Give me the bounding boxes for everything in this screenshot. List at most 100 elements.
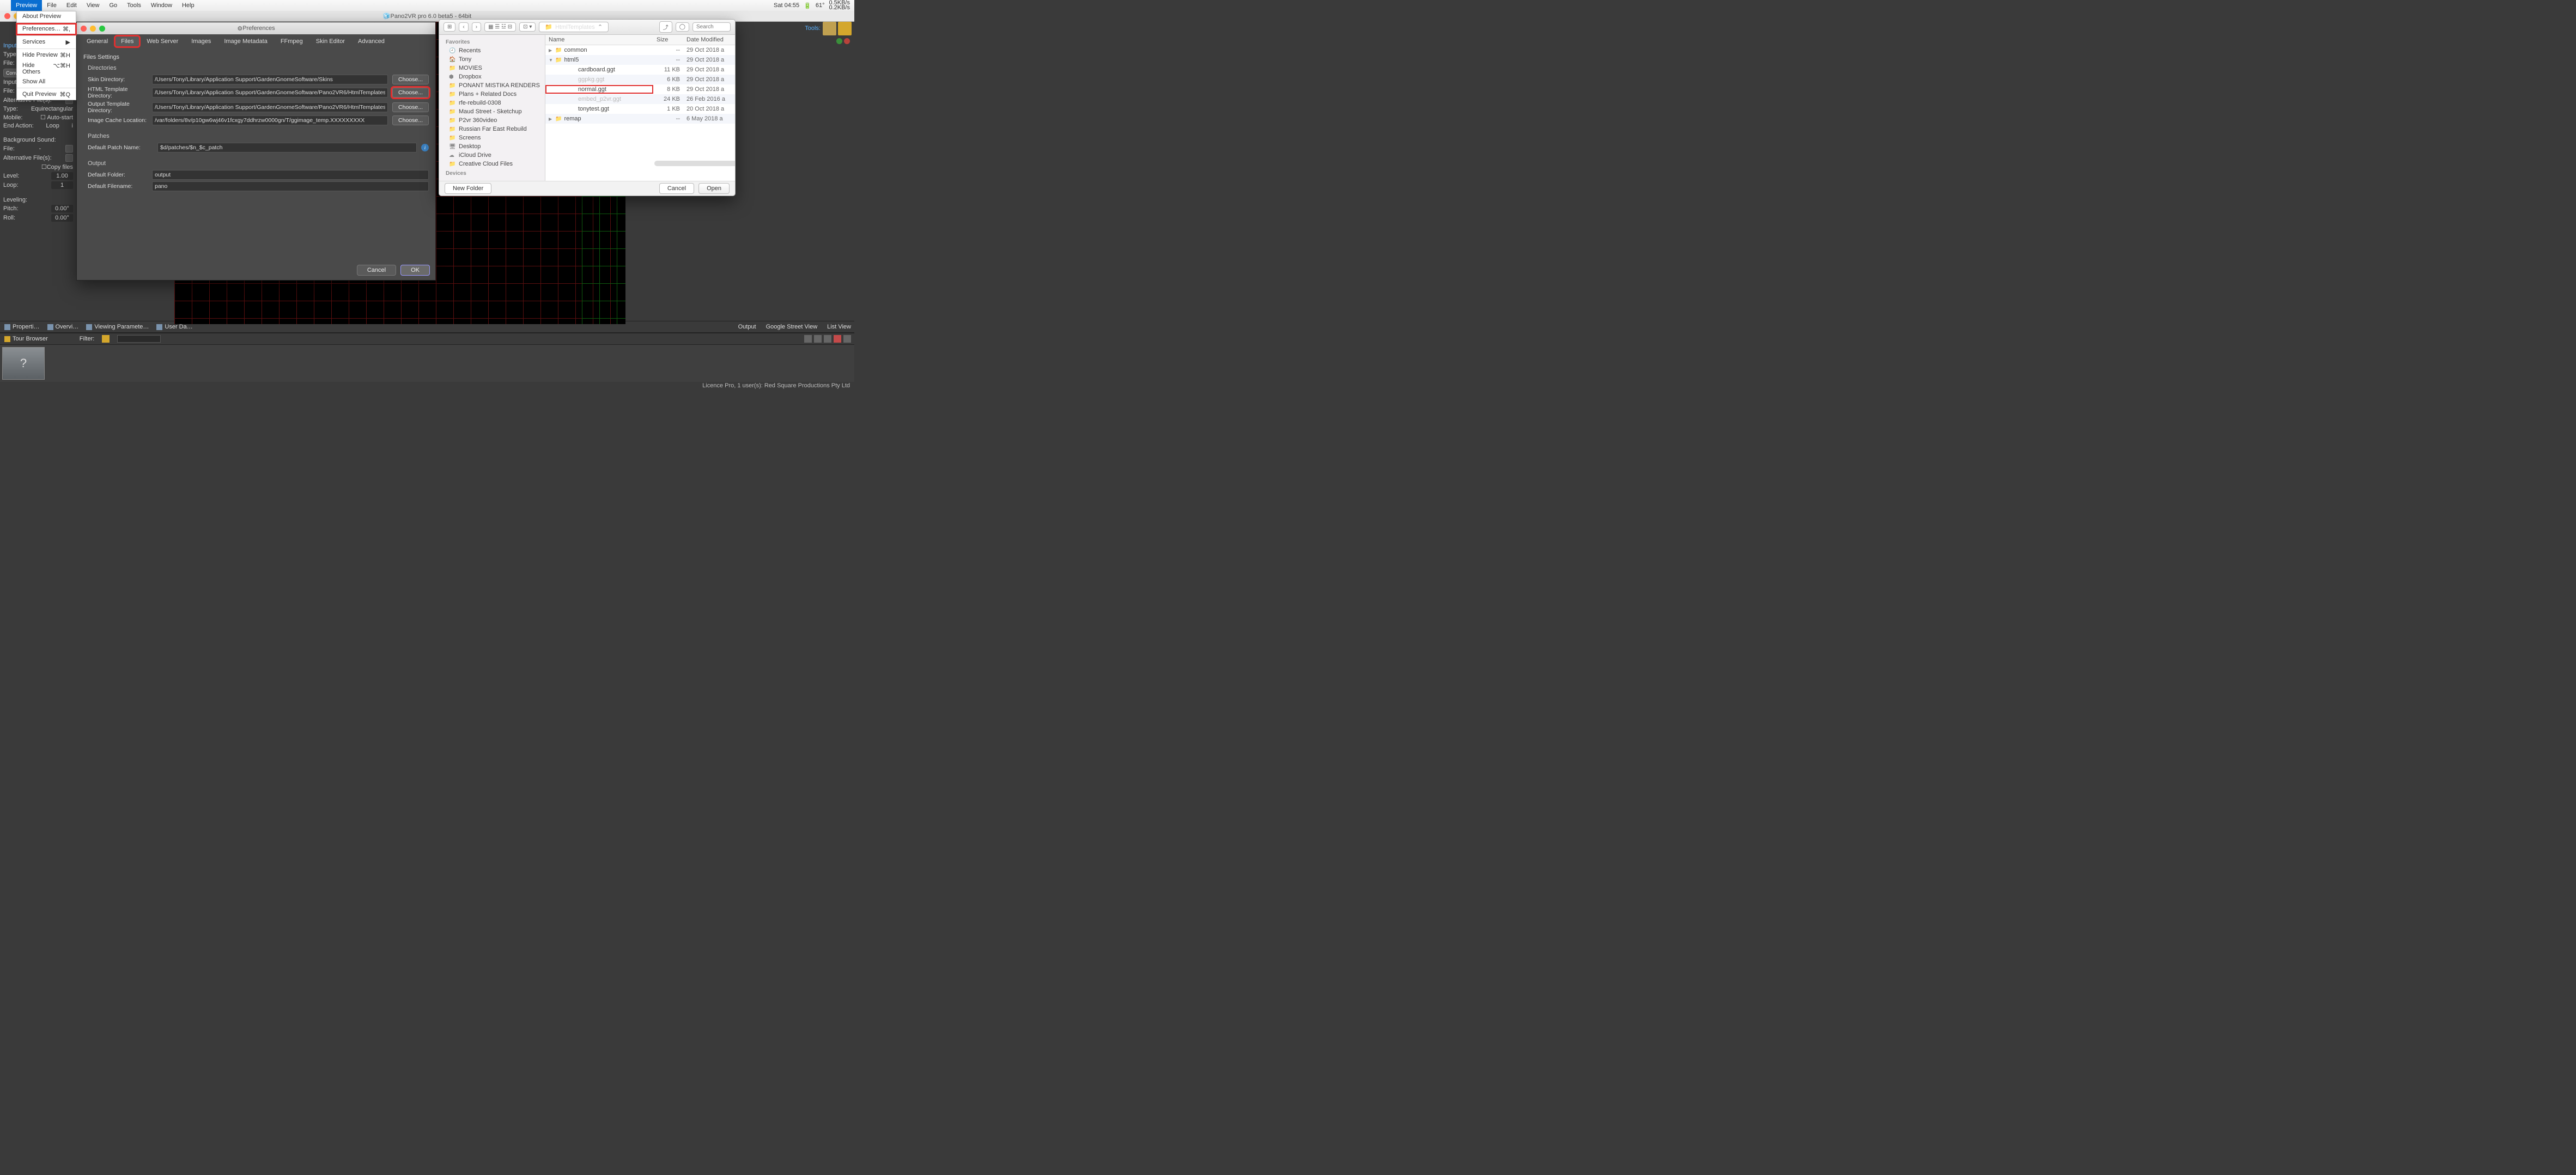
menu-hide-preview[interactable]: Hide Preview⌘H: [17, 50, 76, 60]
menu-hide-others[interactable]: Hide Others⌥⌘H: [17, 60, 76, 77]
sidebar-item-dropbox[interactable]: ⬢Dropbox: [439, 72, 545, 81]
finder-tag-icon[interactable]: ◯: [676, 22, 689, 32]
default-filename-input[interactable]: [152, 181, 429, 191]
sidebar-item-tony[interactable]: 🏠Tony: [439, 55, 545, 64]
tab-ffmpeg[interactable]: FFmpeg: [275, 36, 308, 46]
level-input[interactable]: 1.00: [51, 172, 73, 180]
finder-back-icon[interactable]: ‹: [459, 22, 468, 32]
tab-general[interactable]: General: [81, 36, 113, 46]
sidebar-item-cc[interactable]: 📁Creative Cloud Files: [439, 160, 545, 168]
prefs-cancel-button[interactable]: Cancel: [357, 265, 396, 276]
tab-web-server[interactable]: Web Server: [141, 36, 184, 46]
menu-go[interactable]: Go: [104, 0, 122, 11]
sound-alt-icon[interactable]: [65, 154, 73, 162]
sidebar-item-russian[interactable]: 📁Russian Far East Rebuild: [439, 125, 545, 133]
menu-tools[interactable]: Tools: [122, 0, 146, 11]
sidebar-item-plans[interactable]: 📁Plans + Related Docs: [439, 90, 545, 99]
dock-output[interactable]: Output: [736, 324, 756, 330]
finder-search-input[interactable]: [692, 22, 731, 32]
choose-skin-button[interactable]: Choose...: [392, 75, 429, 84]
tab-image-metadata[interactable]: Image Metadata: [218, 36, 273, 46]
menu-show-all[interactable]: Show All: [17, 77, 76, 87]
menu-view[interactable]: View: [82, 0, 105, 11]
sidebar-item-screens[interactable]: 📁Screens: [439, 133, 545, 142]
finder-file-row[interactable]: ▶📁 common--29 Oct 2018 a: [545, 45, 735, 55]
tool-icon-2[interactable]: [838, 22, 852, 35]
dock-properties[interactable]: Properti…: [4, 324, 40, 330]
view-list-icon[interactable]: [814, 335, 822, 343]
tool-icon-1[interactable]: [823, 22, 836, 35]
sidebar-item-desktop[interactable]: 🖥Desktop: [439, 142, 545, 151]
image-cache-input[interactable]: [152, 115, 388, 125]
menu-preview[interactable]: Preview: [11, 0, 42, 11]
view-extra-icon[interactable]: [843, 335, 851, 343]
dock-gsv[interactable]: Google Street View: [764, 324, 818, 330]
tab-files[interactable]: Files: [116, 36, 139, 46]
info-icon-2[interactable]: i: [72, 123, 73, 129]
view-grid-icon[interactable]: [804, 335, 812, 343]
tour-browser-tab[interactable]: Tour Browser: [4, 336, 48, 342]
loop-input[interactable]: 1: [51, 181, 73, 189]
finder-toolbar: ⊞ ‹ › ▦ ☰ ☳ ⊟ ⊡ ▾ 📁HtmlTemplates⌃ ⤴ ◯: [439, 20, 735, 35]
sidebar-item-p2vr[interactable]: 📁P2vr 360video: [439, 116, 545, 125]
prefs-traffic-lights[interactable]: [81, 26, 105, 32]
dock-overview[interactable]: Overvi…: [47, 324, 79, 330]
menu-help[interactable]: Help: [177, 0, 199, 11]
tab-images[interactable]: Images: [186, 36, 216, 46]
view-color-icon[interactable]: [834, 335, 841, 343]
filter-tag-icon[interactable]: [102, 335, 110, 343]
pitch-input[interactable]: 0.00°: [51, 205, 73, 212]
finder-share-icon[interactable]: ⤴: [659, 21, 672, 33]
finder-file-row[interactable]: cardboard.ggt11 KB29 Oct 2018 a: [545, 65, 735, 75]
finder-file-row[interactable]: tonytest.ggt1 KB20 Oct 2018 a: [545, 104, 735, 114]
choose-output-button[interactable]: Choose...: [392, 102, 429, 112]
dock-user-data[interactable]: User Da…: [156, 324, 192, 330]
sidebar-item-ponant[interactable]: 📁PONANT MISTIKA RENDERS: [439, 81, 545, 90]
finder-view-icons[interactable]: ▦ ☰ ☳ ⊟: [484, 22, 516, 32]
patch-name-input[interactable]: [157, 143, 417, 153]
menu-preferences[interactable]: Preferences…⌘,: [17, 24, 76, 34]
info-icon-patch[interactable]: i: [421, 144, 429, 151]
sidebar-item-movies[interactable]: 📁MOVIES: [439, 64, 545, 72]
finder-open-button[interactable]: Open: [698, 183, 730, 194]
finder-file-row[interactable]: ▶📁 remap--6 May 2018 a: [545, 114, 735, 124]
choose-cache-button[interactable]: Choose...: [392, 115, 429, 125]
dock-viewing-params[interactable]: Viewing Paramete…: [86, 324, 149, 330]
roll-input[interactable]: 0.00°: [51, 214, 73, 222]
dock-list-view[interactable]: List View: [825, 324, 851, 330]
sidebar-item-icloud[interactable]: ☁iCloud Drive: [439, 151, 545, 160]
html-template-dir-input[interactable]: [152, 88, 388, 98]
finder-file-row[interactable]: embed_p2vr.ggt24 KB26 Feb 2016 a: [545, 94, 735, 104]
sidebar-item-maud[interactable]: 📁Maud Street - Sketchup: [439, 107, 545, 116]
view-small-icon[interactable]: [824, 335, 831, 343]
menu-edit[interactable]: Edit: [62, 0, 82, 11]
finder-group-icon[interactable]: ⊡ ▾: [519, 22, 536, 32]
choose-html-button[interactable]: Choose...: [392, 88, 429, 98]
finder-file-row[interactable]: ▼📁 html5--29 Oct 2018 a: [545, 55, 735, 65]
menu-file[interactable]: File: [42, 0, 62, 11]
menu-window[interactable]: Window: [146, 0, 177, 11]
finder-grid-icon[interactable]: ⊞: [443, 22, 455, 32]
prefs-ok-button[interactable]: OK: [400, 265, 430, 276]
tab-advanced[interactable]: Advanced: [353, 36, 390, 46]
finder-file-row[interactable]: ggpkg.ggt6 KB29 Oct 2018 a: [545, 75, 735, 84]
menu-services[interactable]: Services▶: [17, 37, 76, 47]
sound-play-icon[interactable]: [65, 145, 73, 153]
default-folder-input[interactable]: [152, 170, 429, 180]
finder-path-dropdown[interactable]: 📁HtmlTemplates⌃: [539, 22, 609, 32]
finder-file-row[interactable]: normal.ggt8 KB29 Oct 2018 a: [545, 84, 735, 94]
sidebar-item-recents[interactable]: 🕘Recents: [439, 46, 545, 55]
filter-input[interactable]: [117, 335, 161, 343]
sidebar-item-rfe[interactable]: 📁rfe-rebuild-0308: [439, 99, 545, 107]
finder-scrollbar[interactable]: [654, 161, 736, 166]
finder-fwd-icon[interactable]: ›: [472, 22, 481, 32]
overlay-dots[interactable]: [836, 38, 850, 44]
tab-skin-editor[interactable]: Skin Editor: [311, 36, 350, 46]
menu-about-preview[interactable]: About Preview: [17, 11, 76, 21]
new-folder-button[interactable]: New Folder: [445, 183, 491, 194]
skin-dir-input[interactable]: [152, 75, 388, 84]
tour-thumbnail[interactable]: [2, 347, 45, 380]
menu-quit-preview[interactable]: Quit Preview⌘Q: [17, 89, 76, 100]
output-template-dir-input[interactable]: [152, 102, 388, 112]
finder-cancel-button[interactable]: Cancel: [659, 183, 694, 194]
